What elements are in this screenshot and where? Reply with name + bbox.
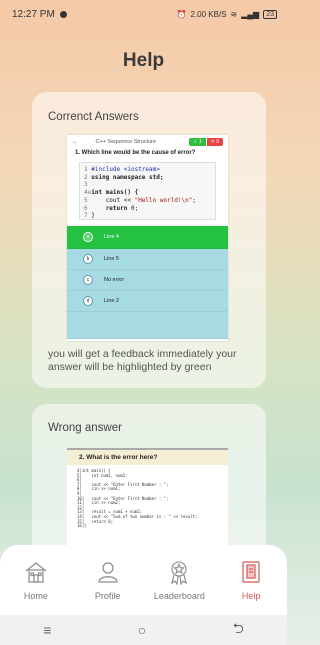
option-c: c No error <box>67 270 228 291</box>
home-button-icon[interactable]: ○ <box>138 622 146 638</box>
system-navigation-bar: ≡ ○ ⮌ <box>0 615 287 645</box>
screenshot-question: 1. Which line would be the cause of erro… <box>75 150 196 156</box>
nav-item-leaderboard[interactable]: Leaderboard <box>147 559 211 601</box>
leaderboard-icon <box>165 559 193 585</box>
correct-answer-screenshot: ← C++ Sequence Structure ✓ 1 ✕ 0 1. Whic… <box>67 135 228 341</box>
back-arrow-icon: ← <box>72 139 78 145</box>
nav-item-help[interactable]: Help <box>219 559 283 601</box>
back-icon[interactable]: ⮌ <box>233 618 244 642</box>
options-footer <box>67 312 228 339</box>
battery-icon: 23 <box>263 9 277 19</box>
wrong-answer-screenshot: 2. What is the error here? 4│int main() … <box>67 448 228 554</box>
nav-label-leaderboard: Leaderboard <box>153 591 205 601</box>
home-icon <box>22 559 50 585</box>
menu-icon[interactable]: ≡ <box>43 622 51 638</box>
option-b: b Line 5 <box>67 249 228 270</box>
nav-label-home: Home <box>23 591 48 601</box>
screenshot-topbar-title: C++ Sequence Structure <box>95 139 157 145</box>
nav-item-home[interactable]: Home <box>4 559 68 601</box>
status-bar: 12:27 PM ⏰ 2.00 KB/S ≋ ▂▄▆ 23 <box>0 0 287 28</box>
answer-options: a Line 4 b Line 5 c No error d Line 2 <box>67 226 228 341</box>
notification-icon <box>59 10 67 18</box>
signal-icon: ▂▄▆ <box>241 9 260 19</box>
correct-answers-card: Correnct Answers ← C++ Sequence Structur… <box>32 92 266 388</box>
help-icon <box>237 559 265 585</box>
card-title: Correnct Answers <box>48 111 139 123</box>
nav-label-help: Help <box>241 591 261 601</box>
option-a: a Line 4 <box>67 226 228 249</box>
screenshot-topbar: ← C++ Sequence Structure ✓ 1 ✕ 0 <box>67 135 228 149</box>
option-d: d Line 2 <box>67 291 228 312</box>
wrong-count-badge: ✕ 0 <box>206 138 223 146</box>
clock: 12:27 PM <box>12 8 55 20</box>
card-title: Wrong answer <box>48 422 122 434</box>
network-speed: 2.00 KB/S <box>190 9 227 19</box>
profile-icon <box>94 559 122 585</box>
code-snippet: 1 #include <iostream> 2 using namespace … <box>79 162 216 220</box>
page-title: Help <box>122 50 165 71</box>
screenshot-question: 2. What is the error here? <box>67 450 228 465</box>
bottom-navigation: Home Profile Leaderboard Help <box>0 545 287 615</box>
card-description: you will get a feedback immediately your… <box>48 348 237 373</box>
correct-count-badge: ✓ 1 <box>189 138 206 146</box>
alarm-icon: ⏰ <box>176 9 187 19</box>
wrong-answer-card: Wrong answer 2. What is the error here? … <box>32 404 266 554</box>
wifi-icon: ≋ <box>230 9 238 19</box>
code-snippet: 4│int main() { 5│ int num1, num2; 6│ 7│ … <box>77 468 198 529</box>
nav-item-profile[interactable]: Profile <box>76 559 140 601</box>
nav-label-profile: Profile <box>94 591 121 601</box>
